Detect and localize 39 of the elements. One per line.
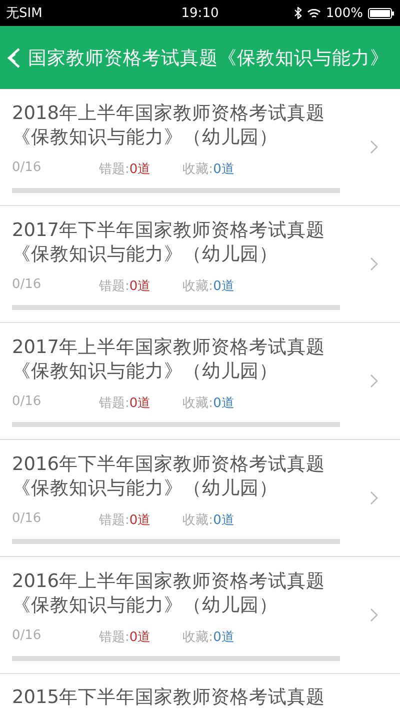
clock-text: 19:10 xyxy=(180,6,220,20)
wrong-count: 错题:0道 xyxy=(99,512,151,528)
wrong-count: 错题:0道 xyxy=(99,278,151,294)
bluetooth-icon xyxy=(294,7,302,19)
chevron-right-icon xyxy=(370,140,378,154)
exam-title: 2018年上半年国家教师资格考试真题《保教知识与能力》（幼儿园） xyxy=(12,102,326,150)
exam-title: 2016年上半年国家教师资格考试真题《保教知识与能力》（幼儿园） xyxy=(12,570,326,618)
page-title: 国家教师资格考试真题《保教知识与能力》 xyxy=(28,47,389,70)
exam-list-item[interactable]: 2017年上半年国家教师资格考试真题《保教知识与能力》（幼儿园） 0/16 错题:0道 收藏:0道 xyxy=(0,323,400,440)
favorite-count: 收藏:0道 xyxy=(182,628,234,646)
wrong-count: 错题:0道 xyxy=(99,394,151,412)
progress-count: 0/16 xyxy=(12,510,42,528)
chevron-right-icon xyxy=(370,491,378,505)
back-icon[interactable] xyxy=(6,46,22,68)
exam-list-item[interactable]: 2016年下半年国家教师资格考试真题《保教知识与能力》（幼儿园） 0/16 错题:0道 收藏:0道 xyxy=(0,440,400,557)
favorite-count: 收藏:0道 xyxy=(182,512,234,528)
progress-count: 0/16 xyxy=(12,394,42,410)
carrier-text: 无SIM xyxy=(6,5,42,22)
exam-title: 2017年上半年国家教师资格考试真题《保教知识与能力》（幼儿园） xyxy=(12,336,326,384)
favorite-count: 收藏:0道 xyxy=(182,278,234,294)
exam-list-item[interactable]: 2016年上半年国家教师资格考试真题《保教知识与能力》（幼儿园） 0/16 错题:0道 收藏:0道 xyxy=(0,557,400,674)
exam-title: 2017年下半年国家教师资格考试真题《保教知识与能力》（幼儿园） xyxy=(12,218,326,266)
progress-count: 0/16 xyxy=(12,628,42,644)
exam-list-item[interactable]: 2018年上半年国家教师资格考试真题《保教知识与能力》（幼儿园） 0/16 错题:0道 收藏:0道 xyxy=(0,89,400,206)
progress-count: 0/16 xyxy=(12,276,42,294)
wrong-count: 错题:0道 xyxy=(99,628,151,646)
wrong-count: 错题:0道 xyxy=(99,160,151,178)
exam-list-item[interactable]: 2017年下半年国家教师资格考试真题《保教知识与能力》（幼儿园） 0/16 错题:0道 收藏:0道 xyxy=(0,206,400,323)
battery-text: 100% xyxy=(326,6,363,20)
battery-icon xyxy=(368,8,394,18)
chevron-right-icon xyxy=(370,257,378,271)
chevron-right-icon xyxy=(370,374,378,388)
progress-count: 0/16 xyxy=(12,160,42,176)
favorite-count: 收藏:0道 xyxy=(182,160,234,178)
exam-title: 2016年下半年国家教师资格考试真题《保教知识与能力》（幼儿园） xyxy=(12,452,326,500)
favorite-count: 收藏:0道 xyxy=(182,394,234,412)
chevron-right-icon xyxy=(370,608,378,622)
wifi-icon xyxy=(306,8,321,18)
exam-title: 2015年下半年国家教师资格考试真题 xyxy=(12,686,326,710)
